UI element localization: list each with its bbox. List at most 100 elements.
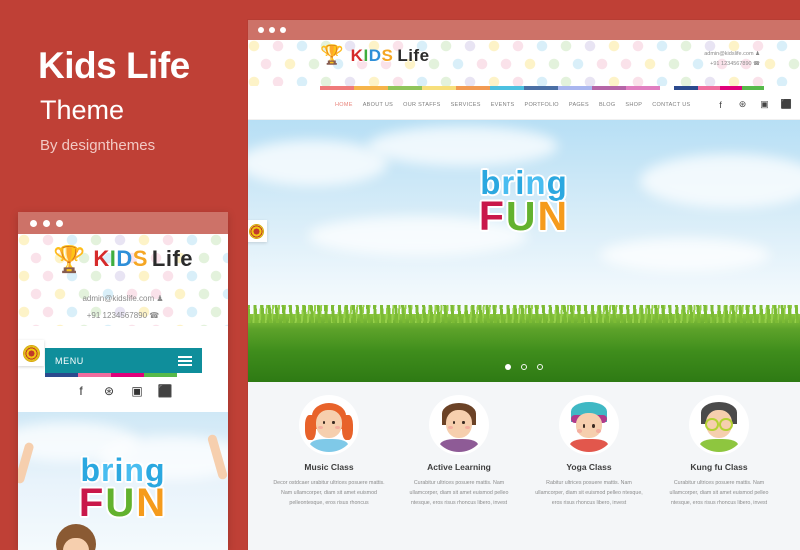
desktop-mockup: 🏆 KIDS Life admin@kidslife.com ♟ +91 1234… [248,20,800,550]
logo-wordmark: KIDS Life [351,47,430,64]
site-logo[interactable]: 🏆 KIDS Life [320,46,430,65]
mobile-phone: +91 1234567890 [86,310,148,320]
user-icon: ♟ [755,51,760,57]
service-text: Curabitur ultrices posuere mattis. Nam u… [669,480,769,506]
boy-brown-hair-avatar [432,398,486,452]
dribbble-icon[interactable]: ⊛ [731,99,753,110]
user-icon: ♟ [156,294,164,303]
window-dot-minimize[interactable] [43,219,50,227]
mobile-phone-row[interactable]: +91 1234567890 ☎ [18,308,228,325]
mobile-hero-headline: bring FUN [18,454,228,526]
window-dot-maximize[interactable] [56,219,63,227]
nav-item-our-staffs[interactable]: OUR STAFFS [398,102,445,108]
mobile-browser-chrome [18,212,228,234]
mobile-contact-info: admin@kidslife.com ♟ +91 1234567890 ☎ [18,291,228,325]
mobile-hero-slider: bring FUN [18,412,228,550]
trophy-icon: 🏆 [320,45,344,66]
header-email-row[interactable]: admin@kidslife.com ♟ [704,49,760,59]
logo-letter-k: K [350,46,364,65]
facebook-icon[interactable]: f [67,384,95,398]
header-email: admin@kidslife.com [704,51,754,57]
mobile-mockup: 🏆 KIDS Life admin@kidslife.com ♟ +91 1234… [18,212,228,550]
logo-word-life: Life [151,246,194,271]
hero-line-2: FUN [478,193,570,240]
desktop-site-header: 🏆 KIDS Life admin@kidslife.com ♟ +91 1234… [248,40,800,86]
window-dot-minimize[interactable] [269,27,275,33]
logo-letter-k: K [93,246,110,271]
logo-wordmark: KIDS Life [93,248,193,270]
desktop-main-nav: HOME ABOUT US OUR STAFFS SERVICES EVENTS… [248,90,800,120]
kid-head-graphic [56,524,96,550]
promo-subtitle: Theme [40,95,125,125]
boy-glasses-avatar [692,398,746,452]
mobile-site-header: 🏆 KIDS Life admin@kidslife.com ♟ +91 1234… [18,234,228,326]
service-title: Kung fu Class [690,462,748,472]
service-text: Curabitur ultrices posuere mattis. Nam u… [409,480,509,506]
nav-item-services[interactable]: SERVICES [446,102,486,108]
mobile-email-row[interactable]: admin@kidslife.com ♟ [18,291,228,308]
behance-icon[interactable]: ⬛ [151,384,179,398]
nav-item-about-us[interactable]: ABOUT US [358,102,398,108]
hero-headline: bring FUN [248,166,800,240]
logo-letter-d: D [368,46,382,65]
carousel-dot-3[interactable] [537,364,544,370]
service-title: Music Class [304,462,354,472]
phone-icon: ☎ [149,310,160,320]
flickr-icon[interactable]: ▣ [123,384,151,398]
trophy-icon: 🏆 [52,244,86,274]
logo-letter-s: S [132,246,148,271]
window-dot-close[interactable] [258,27,264,33]
service-text: Rabitur ultrices posuere mattis. Nam ull… [535,480,643,506]
carousel-dot-2[interactable] [521,364,527,370]
mobile-site-logo[interactable]: 🏆 KIDS Life [18,246,228,272]
header-social-links: f ⊛ ▣ ⬛ [709,99,797,110]
header-contact-info: admin@kidslife.com ♟ +91 1234567890 ☎ [704,49,760,70]
header-phone-row[interactable]: +91 1234567890 ☎ [704,59,760,69]
service-card-music-class[interactable]: Music Class Decor ostdcaer urabitur ultr… [267,398,391,508]
logo-word-life: Life [397,46,430,65]
nav-item-shop[interactable]: SHOP [620,102,647,108]
header-phone: +91 1234567890 [710,61,752,68]
service-card-active-learning[interactable]: Active Learning Curabitur ultrices posue… [397,398,521,508]
rainbow-stripe [248,86,800,90]
girl-red-hair-avatar [302,398,356,452]
rosette-badge-icon[interactable] [18,340,44,366]
service-text: Decor ostdcaer urabitur ultrices posuere… [273,480,385,506]
service-card-kung-fu-class[interactable]: Kung fu Class Curabitur ultrices posuere… [657,398,781,508]
window-dot-close[interactable] [30,219,37,227]
mobile-rainbow-stripe [45,373,177,377]
mobile-menu-label: MENU [55,355,84,366]
desktop-browser-chrome [248,20,800,40]
flickr-icon[interactable]: ▣ [753,99,775,110]
services-row: Music Class Decor ostdcaer urabitur ultr… [248,398,800,508]
facebook-icon[interactable]: f [709,100,731,110]
service-title: Yoga Class [566,462,612,472]
promo-author: By designthemes [40,137,156,154]
mobile-menu-bar[interactable]: MENU [45,348,202,373]
carousel-dot-1[interactable] [504,364,511,370]
nav-item-portfolio[interactable]: PORTFOLIO [520,102,564,108]
nav-item-events[interactable]: EVENTS [486,102,520,108]
window-dot-maximize[interactable] [280,27,286,33]
mobile-email: admin@kidslife.com [82,294,155,303]
mobile-social-links: f ⊛ ▣ ⬛ [18,384,228,398]
promo-title: Kids Life [38,45,190,86]
mobile-hero-line-2: FUN [78,481,168,526]
behance-icon[interactable]: ⬛ [775,99,797,110]
service-card-yoga-class[interactable]: Yoga Class Rabitur ultrices posuere matt… [527,398,651,508]
hero-slider: bring FUN [248,120,800,382]
nav-item-blog[interactable]: BLOG [594,102,620,108]
rosette-badge-icon[interactable] [248,220,267,242]
nav-item-contact-us[interactable]: CONTACT US [647,102,695,108]
nav-item-pages[interactable]: PAGES [564,102,594,108]
service-title: Active Learning [427,462,491,472]
logo-letter-d: D [116,246,133,271]
hero-carousel-dots [248,357,800,375]
services-section: Music Class Decor ostdcaer urabitur ultr… [248,382,800,550]
child-winter-hat-avatar [562,398,616,452]
logo-letter-s: S [381,46,394,65]
nav-item-home[interactable]: HOME [330,102,358,108]
phone-icon: ☎ [753,61,760,68]
hamburger-icon[interactable] [178,354,192,368]
dribbble-icon[interactable]: ⊛ [95,384,123,398]
